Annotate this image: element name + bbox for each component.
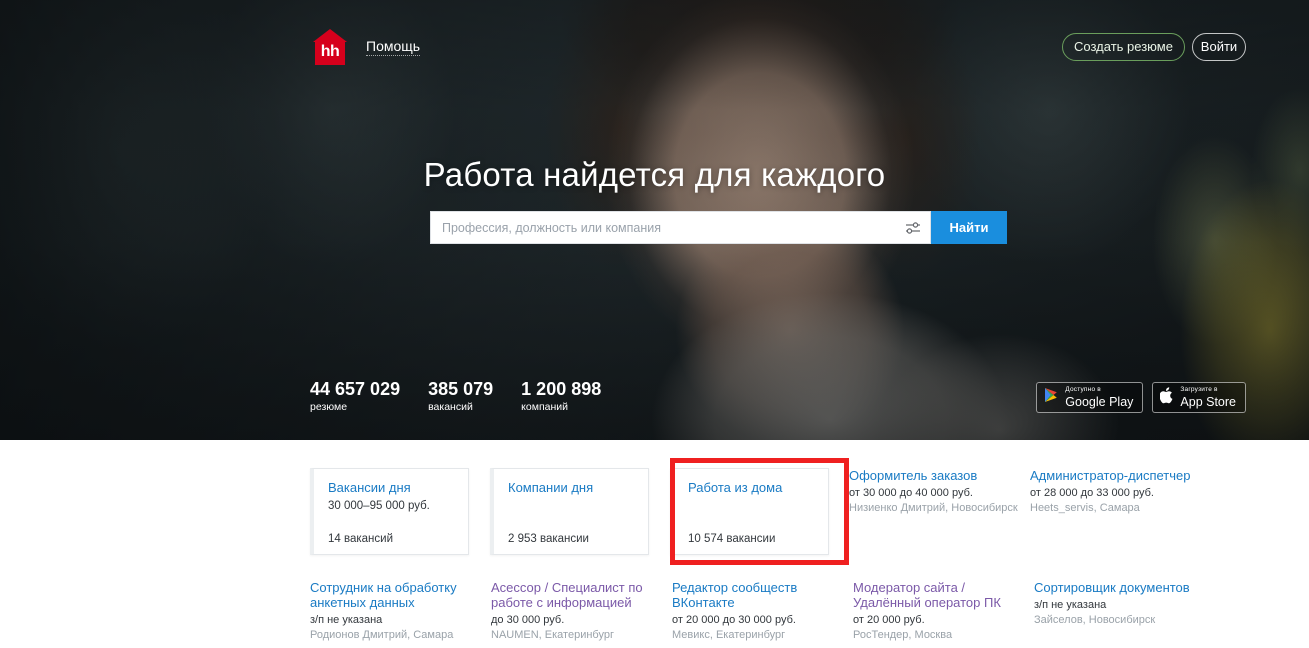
content-area: Вакансии дня 30 000–95 000 руб. 14 вакан… [0, 440, 1309, 648]
search-button[interactable]: Найти [931, 211, 1007, 244]
site-statistics: 44 657 029 резюме 385 079 вакансий 1 200… [310, 379, 601, 414]
stat-item: 1 200 898 компаний [521, 379, 601, 414]
stat-number: 385 079 [428, 379, 494, 399]
vacancy-title-link[interactable]: Редактор сообществ ВКонтакте [672, 580, 844, 610]
login-button[interactable]: Войти [1192, 33, 1246, 61]
vacancy-salary: до 30 000 руб. [491, 614, 565, 626]
app-store-badge[interactable]: Загрузите в App Store [1152, 382, 1246, 413]
vacancy-salary: з/п не указана [1034, 599, 1107, 611]
vacancy-employer: NAUMEN, Екатеринбург [491, 629, 614, 641]
vacancy-item: Оформитель заказов от 30 000 до 40 000 р… [849, 468, 1021, 515]
google-play-text: Доступно в Google Play [1065, 386, 1134, 409]
promo-card-companies-of-day[interactable]: Компании дня 2 953 вакансии [490, 468, 649, 555]
vacancy-item: Администратор-диспетчер от 28 000 до 33 … [1030, 468, 1202, 515]
vacancy-item: Редактор сообществ ВКонтакте от 20 000 д… [672, 580, 844, 642]
apple-icon [1159, 386, 1174, 409]
search-input[interactable] [431, 220, 896, 235]
promo-card-footer: 14 вакансий [328, 533, 393, 545]
stat-label: вакансий [428, 401, 473, 413]
vacancy-employer: Мевикс, Екатеринбург [672, 629, 786, 641]
stat-number: 1 200 898 [521, 379, 602, 399]
promo-cards-row: Вакансии дня 30 000–95 000 руб. 14 вакан… [310, 458, 849, 565]
vacancy-title-link[interactable]: Модератор сайта / Удалённый оператор ПК [853, 580, 1025, 610]
hero-title: Работа найдется для каждого [423, 156, 886, 193]
stat-number: 44 657 029 [310, 379, 401, 399]
stat-label: резюме [310, 401, 348, 413]
store-bottom-label: Google Play [1065, 394, 1134, 409]
vacancy-title-link[interactable]: Администратор-диспетчер [1030, 468, 1202, 483]
promo-card-work-from-home[interactable]: Работа из дома 10 574 вакансии [670, 468, 829, 555]
page-root: hh Помощь Создать резюме Войти Работа на… [0, 0, 1309, 648]
vacancy-employer: Heets_servis, Самара [1030, 502, 1140, 514]
vacancy-employer: Низиенко Дмитрий, Новосибирск [849, 502, 1018, 514]
vacancy-item: Сотрудник на обработку анкетных данных з… [310, 580, 482, 642]
stat-item: 385 079 вакансий [428, 379, 493, 414]
google-play-badge[interactable]: Доступно в Google Play [1036, 382, 1144, 413]
vacancy-column-5: Администратор-диспетчер от 28 000 до 33 … [1030, 468, 1202, 515]
search-field-container [430, 211, 931, 244]
app-store-badges: Доступно в Google Play Загрузите в App S… [1036, 382, 1246, 413]
promo-card-vacancies-of-day[interactable]: Вакансии дня 30 000–95 000 руб. 14 вакан… [310, 468, 469, 555]
hero-banner: hh Помощь Создать резюме Войти Работа на… [0, 0, 1309, 440]
vacancy-salary: от 20 000 руб. [853, 614, 925, 626]
top-navigation-bar: hh Помощь Создать резюме Войти [0, 0, 1309, 94]
vacancy-item: Сортировщик документов з/п не указана За… [1034, 580, 1206, 642]
vacancy-item: Модератор сайта / Удалённый оператор ПК … [853, 580, 1025, 642]
logo-text: hh [320, 43, 340, 60]
sliders-icon[interactable] [896, 212, 930, 243]
create-resume-button[interactable]: Создать резюме [1062, 33, 1185, 61]
promo-card-footer: 2 953 вакансии [508, 533, 589, 545]
store-top-label: Загрузите в [1180, 386, 1218, 393]
vacancy-title-link[interactable]: Оформитель заказов [849, 468, 1021, 483]
vacancy-employer: Родионов Дмитрий, Самара [310, 629, 454, 641]
promo-card-subtitle: 30 000–95 000 руб. [328, 500, 430, 512]
google-play-icon [1044, 387, 1059, 408]
stat-label: компаний [521, 401, 568, 413]
app-store-text: Загрузите в App Store [1180, 386, 1236, 409]
promo-card-slot: Вакансии дня 30 000–95 000 руб. 14 вакан… [310, 468, 469, 555]
vacancy-column-4: Оформитель заказов от 30 000 до 40 000 р… [849, 468, 1021, 515]
vacancy-item: Асессор / Специалист по работе с информа… [491, 580, 663, 642]
promo-card-title: Вакансии дня [328, 480, 411, 495]
search-bar: Найти [430, 211, 1007, 244]
vacancy-title-link[interactable]: Сортировщик документов [1034, 580, 1206, 595]
vacancy-salary: от 30 000 до 40 000 руб. [849, 487, 973, 499]
promo-card-slot: Работа из дома 10 574 вакансии [670, 458, 849, 565]
vacancy-salary: от 20 000 до 30 000 руб. [672, 614, 796, 626]
store-bottom-label: App Store [1180, 394, 1236, 409]
vacancy-employer: Зайселов, Новосибирск [1034, 614, 1156, 626]
vacancy-title-link[interactable]: Асессор / Специалист по работе с информа… [491, 580, 663, 610]
vacancy-salary: з/п не указана [310, 614, 383, 626]
vacancy-employer: РосТендер, Москва [853, 629, 953, 641]
vacancy-row-bottom: Сотрудник на обработку анкетных данных з… [310, 580, 1206, 642]
help-link[interactable]: Помощь [366, 38, 421, 56]
vacancy-title-link[interactable]: Сотрудник на обработку анкетных данных [310, 580, 482, 610]
vacancy-salary: от 28 000 до 33 000 руб. [1030, 487, 1154, 499]
promo-card-title: Компании дня [508, 480, 594, 495]
store-top-label: Доступно в [1065, 386, 1101, 393]
stat-item: 44 657 029 резюме [310, 379, 400, 414]
promo-card-slot: Компании дня 2 953 вакансии [490, 468, 649, 555]
promo-card-title: Работа из дома [688, 480, 783, 495]
promo-card-footer: 10 574 вакансии [688, 533, 776, 545]
hh-logo[interactable]: hh [313, 29, 347, 65]
